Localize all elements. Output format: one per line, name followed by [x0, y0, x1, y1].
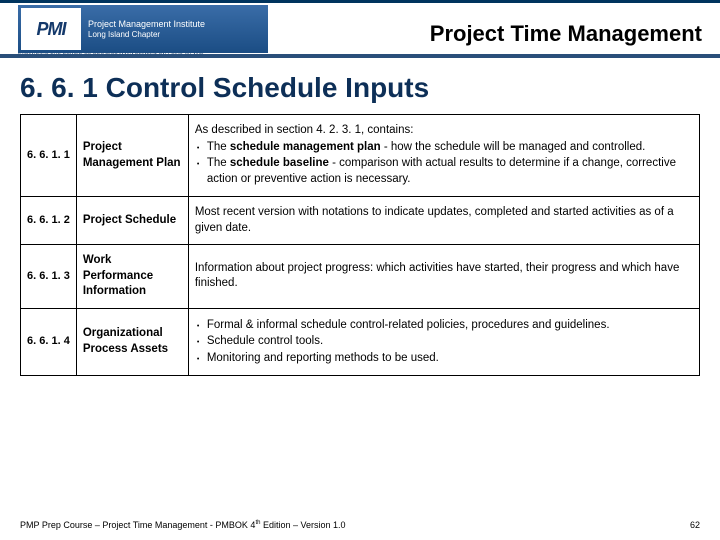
inputs-table: 6. 6. 1. 1 Project Management Plan As de… [20, 114, 700, 376]
logo-text: Project Management Institute Long Island… [84, 19, 205, 39]
row-number: 6. 6. 1. 4 [21, 308, 77, 376]
table-row: 6. 6. 1. 2 Project Schedule Most recent … [21, 197, 700, 245]
row-description: Information about project progress: whic… [188, 245, 699, 309]
table-row: 6. 6. 1. 1 Project Management Plan As de… [21, 115, 700, 197]
page-number: 62 [690, 520, 700, 530]
pmi-logo: PMI Project Management Institute Long Is… [18, 5, 268, 53]
header-divider [0, 54, 720, 58]
row-description: As described in section 4. 2. 3. 1, cont… [188, 115, 699, 197]
logo-badge: PMI [21, 8, 81, 50]
row-name: Work Performance Information [76, 245, 188, 309]
footer: PMP Prep Course – Project Time Managemen… [20, 520, 700, 530]
table-row: 6. 6. 1. 3 Work Performance Information … [21, 245, 700, 309]
slide-title: Project Time Management [430, 21, 702, 47]
section-title: 6. 6. 1 Control Schedule Inputs [20, 72, 720, 104]
row-name: Organizational Process Assets [76, 308, 188, 376]
row-description: Formal & informal schedule control-relat… [188, 308, 699, 376]
table-row: 6. 6. 1. 4 Organizational Process Assets… [21, 308, 700, 376]
row-number: 6. 6. 1. 3 [21, 245, 77, 309]
row-number: 6. 6. 1. 2 [21, 197, 77, 245]
row-description: Most recent version with notations to in… [188, 197, 699, 245]
footer-text: PMP Prep Course – Project Time Managemen… [20, 520, 346, 530]
row-name: Project Schedule [76, 197, 188, 245]
row-number: 6. 6. 1. 1 [21, 115, 77, 197]
row-name: Project Management Plan [76, 115, 188, 197]
header: PMI Project Management Institute Long Is… [0, 0, 720, 58]
